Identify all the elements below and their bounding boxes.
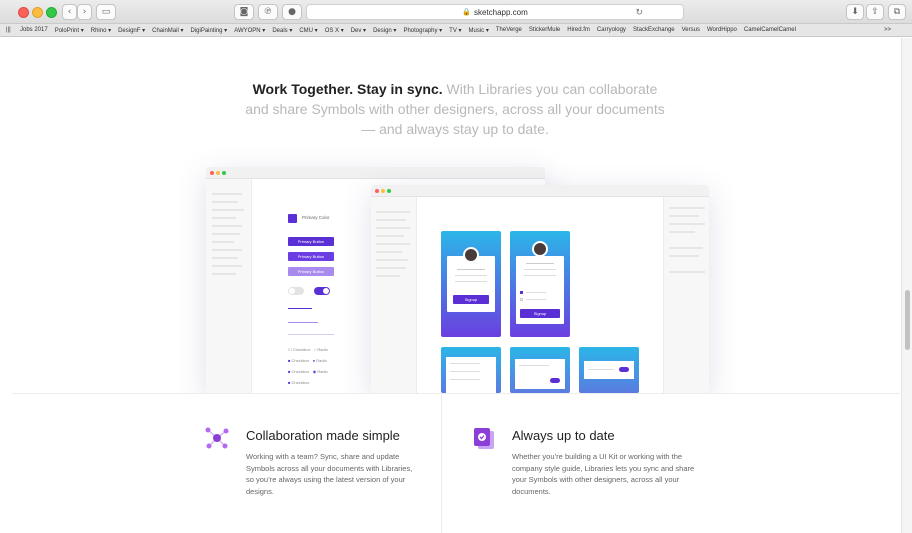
bookmark-item[interactable]: Versus — [682, 27, 700, 33]
signup-button: Signup — [520, 309, 560, 318]
signup-card-artboard: Signup — [510, 231, 570, 337]
bookmark-item[interactable]: Jobs 2017 — [20, 27, 48, 33]
bookmark-item[interactable]: Dev ▾ — [351, 27, 366, 34]
document-sync-icon — [472, 426, 496, 450]
scrollbar-thumb[interactable] — [905, 290, 910, 350]
pinterest-icon[interactable]: ℗ — [258, 4, 278, 20]
sidebar-toggle-button[interactable]: ▭ — [96, 4, 116, 20]
bookmark-item[interactable]: AWYOPN ▾ — [234, 27, 265, 34]
signup-card-artboard: Signup — [441, 231, 501, 337]
checkbox-row: ☐ Checkbox ○ Radio — [288, 347, 328, 352]
bookmark-item[interactable]: PoloPrint ▾ — [55, 27, 84, 34]
signup-button: Signup — [453, 295, 489, 304]
checkbox-row: ■ Checkbox ● Radio — [288, 358, 327, 363]
settings-card-artboard — [441, 347, 501, 393]
document-window-mockup: Signup Signup — [371, 185, 709, 393]
mockup-sidebar — [206, 179, 252, 393]
checkbox-row: ■ Checkbox ◉ Radio — [288, 369, 328, 374]
bookmark-item[interactable]: StickerMule — [529, 27, 560, 33]
address-bar[interactable]: 🔒 sketchapp.com ↻ — [306, 4, 684, 20]
toggle-on — [314, 287, 330, 295]
bookmark-item[interactable]: TheVerge — [496, 27, 522, 33]
feature-title-up-to-date: Always up to date — [512, 428, 615, 443]
toggle-off — [288, 287, 304, 295]
slider-track — [288, 334, 334, 335]
bookmark-item[interactable]: CMU ▾ — [299, 27, 317, 34]
checkbox-row: ■ Checkbox — [288, 380, 310, 385]
avatar — [532, 241, 548, 257]
bookmark-item[interactable]: Deals ▾ — [272, 27, 292, 34]
share-icon[interactable]: ⇪ — [866, 4, 884, 20]
reload-icon[interactable]: ↻ — [635, 7, 643, 18]
mockup-titlebar — [371, 185, 709, 197]
bookmark-item[interactable]: TV ▾ — [449, 27, 461, 34]
show-all-bookmarks-icon[interactable]: ||| — [6, 27, 11, 33]
bookmark-item[interactable]: ChainMail ▾ — [152, 27, 183, 34]
url-text: sketchapp.com — [473, 7, 528, 17]
download-icon[interactable]: ⬇ — [846, 4, 864, 20]
primary-button-light: Primary Button — [288, 267, 334, 276]
bookmarks-bar: ||| Jobs 2017 PoloPrint ▾ Rhino ▾ Design… — [0, 24, 912, 37]
browser-titlebar: ‹ › ▭ ◙ ℗ ● 🔒 sketchapp.com ↻ ⬇ ⇪ ⧉ — [0, 0, 912, 24]
pocket-icon[interactable]: ◙ — [234, 4, 254, 20]
slider-track — [288, 322, 318, 323]
bookmarks-overflow-button[interactable]: >> — [884, 27, 891, 33]
scrollbar[interactable] — [901, 38, 912, 533]
bookmark-item[interactable]: Hired.fm — [567, 27, 590, 33]
bookmark-item[interactable]: Rhino ▾ — [91, 27, 111, 34]
collaboration-icon — [204, 426, 230, 450]
mockup-titlebar — [206, 167, 545, 179]
bookmark-item[interactable]: Music ▾ — [469, 27, 489, 34]
close-window-button[interactable] — [18, 7, 29, 18]
feature-text-collaboration: Working with a team? Sync, share and upd… — [246, 452, 413, 496]
extension-icon[interactable]: ● — [282, 4, 302, 20]
zoom-window-button[interactable] — [46, 7, 57, 18]
mockup-sidebar — [371, 197, 417, 393]
lock-icon: 🔒 — [462, 9, 471, 16]
feature-title-collaboration: Collaboration made simple — [246, 428, 400, 443]
bookmark-item[interactable]: StackExchange — [633, 27, 675, 33]
minimize-window-button[interactable] — [32, 7, 43, 18]
settings-card-artboard — [510, 347, 570, 393]
primary-button-medium: Primary Button — [288, 252, 334, 261]
forward-button[interactable]: › — [77, 4, 92, 20]
bookmark-item[interactable]: CamelCamelCamel — [744, 27, 796, 33]
primary-color-swatch — [288, 214, 297, 223]
back-button[interactable]: ‹ — [62, 4, 77, 20]
bookmark-item[interactable]: DesignF ▾ — [118, 27, 145, 34]
bookmark-item[interactable]: OS X ▾ — [325, 27, 344, 34]
bookmark-item[interactable]: Photography ▾ — [403, 27, 442, 34]
mockup-inspector — [663, 197, 709, 393]
primary-color-label: Primary Color — [302, 215, 330, 220]
primary-button-dark: Primary Button — [288, 237, 334, 246]
bookmark-item[interactable]: DigiPainting ▾ — [190, 27, 227, 34]
bookmark-item[interactable]: Carryology — [597, 27, 626, 33]
bookmark-item[interactable]: WordHippo — [707, 27, 737, 33]
tabs-icon[interactable]: ⧉ — [888, 4, 906, 20]
feature-text-up-to-date: Whether you’re building a UI Kit or work… — [512, 452, 695, 496]
bookmark-item[interactable]: Design ▾ — [373, 27, 396, 34]
features-divider — [441, 393, 442, 533]
slider-track — [288, 308, 312, 309]
avatar — [463, 247, 479, 263]
settings-card-artboard — [579, 347, 639, 393]
hero-heading: Work Together. Stay in sync. With Librar… — [240, 79, 670, 139]
features-section — [12, 393, 900, 533]
hero-heading-bold: Work Together. Stay in sync. — [252, 81, 443, 97]
